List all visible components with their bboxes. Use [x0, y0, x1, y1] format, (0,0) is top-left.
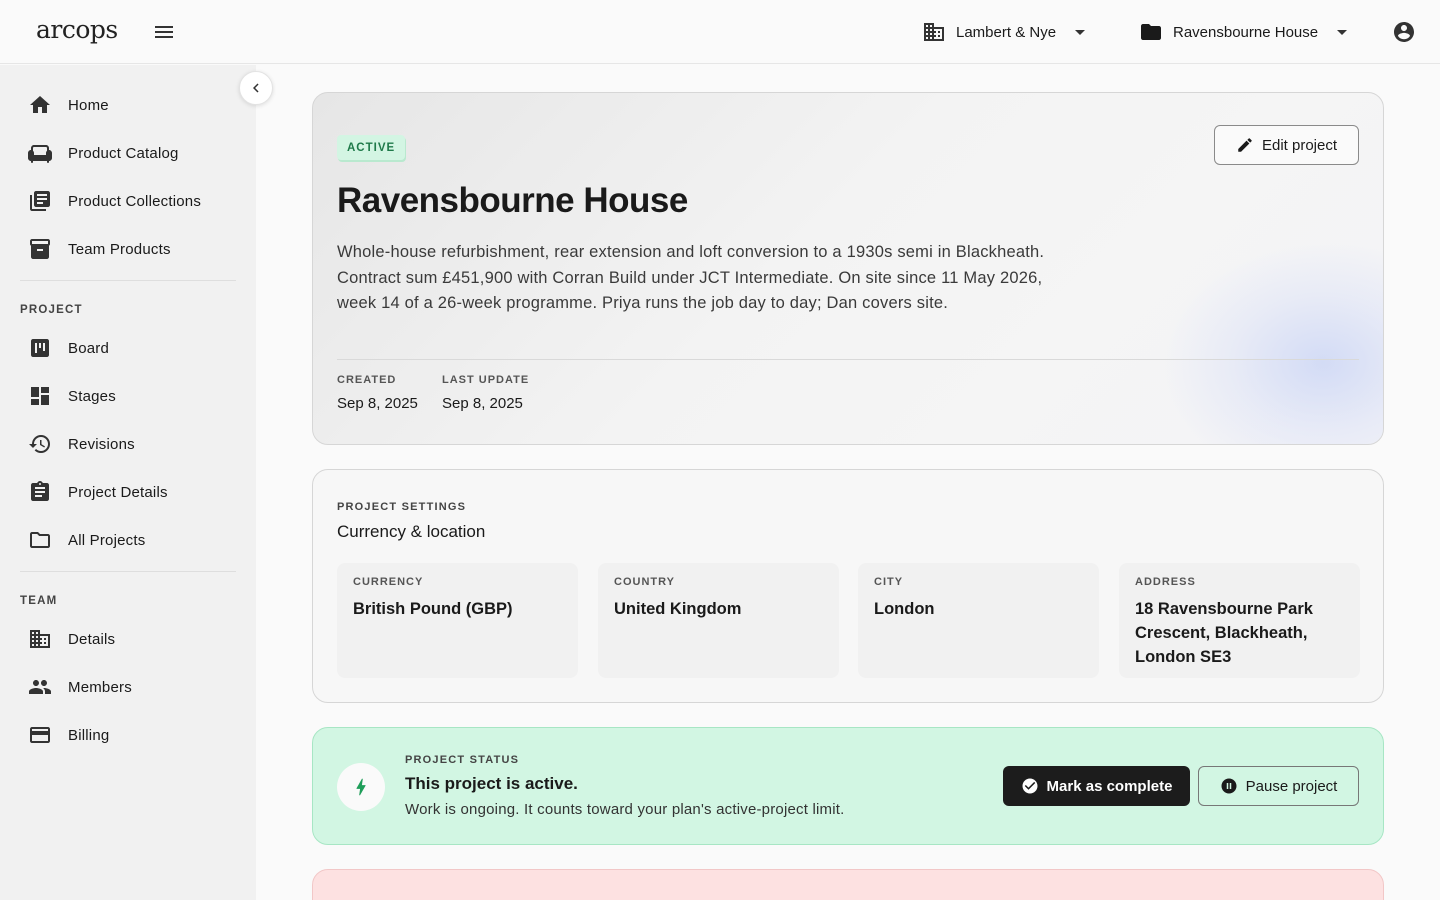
created-label: CREATED: [337, 374, 397, 386]
business-icon: [922, 20, 946, 44]
settings-eyebrow: PROJECT SETTINGS: [337, 501, 467, 513]
sidebar-item-members[interactable]: Members: [20, 667, 236, 707]
top-bar: arcops Lambert & Nye Ravensbourne House: [0, 0, 1440, 64]
sidebar-item-label: All Projects: [68, 531, 146, 549]
sidebar-item-label: Home: [68, 96, 109, 114]
divider: [337, 359, 1359, 360]
sidebar: Home Product Catalog Product Collections…: [0, 65, 256, 900]
folder-outline-icon: [28, 528, 52, 552]
chevron-left-icon: [247, 79, 265, 97]
sidebar-item-label: Stages: [68, 387, 116, 405]
pause-circle-icon: [1220, 777, 1238, 795]
currency-tile: CURRENCY British Pound (GBP): [337, 563, 578, 678]
currency-value: British Pound (GBP): [353, 600, 513, 618]
building-icon: [28, 627, 52, 651]
sidebar-item-details[interactable]: Details: [20, 619, 236, 659]
country-value: United Kingdom: [614, 600, 742, 618]
team-selector[interactable]: Lambert & Nye: [922, 16, 1092, 48]
mark-complete-label: Mark as complete: [1046, 777, 1173, 795]
status-badge: ACTIVE: [337, 135, 406, 160]
library-icon: [28, 189, 52, 213]
dashboard-icon: [28, 384, 52, 408]
sidebar-item-label: Board: [68, 339, 110, 357]
edit-project-button[interactable]: Edit project: [1214, 125, 1359, 165]
sidebar-item-label: Team Products: [68, 240, 171, 258]
sidebar-section-team: TEAM: [20, 595, 58, 607]
pause-project-label: Pause project: [1245, 777, 1338, 795]
project-settings-card: PROJECT SETTINGS Currency & location CUR…: [312, 469, 1384, 703]
sidebar-collapse-button[interactable]: [239, 71, 273, 105]
mark-complete-button[interactable]: Mark as complete: [1003, 766, 1190, 806]
sidebar-item-label: Details: [68, 630, 116, 648]
check-circle-icon: [1021, 777, 1039, 795]
team-selector-label: Lambert & Nye: [956, 23, 1057, 41]
sidebar-item-home[interactable]: Home: [20, 85, 236, 125]
home-icon: [28, 93, 52, 117]
project-description: Whole-house refurbishment, rear extensio…: [337, 243, 1045, 313]
address-tile: ADDRESS 18 Ravensbourne Park Crescent, B…: [1119, 563, 1360, 678]
page-title: Ravensbourne House: [337, 181, 688, 220]
created-meta: CREATED Sep 8, 2025: [337, 374, 418, 412]
status-heading: This project is active.: [405, 774, 578, 793]
credit-card-icon: [28, 723, 52, 747]
project-selector[interactable]: Ravensbourne House: [1139, 16, 1354, 48]
menu-icon[interactable]: [152, 20, 176, 44]
people-icon: [28, 675, 52, 699]
sidebar-item-label: Project Details: [68, 483, 168, 501]
sidebar-item-label: Billing: [68, 726, 110, 744]
edit-project-label: Edit project: [1261, 136, 1338, 154]
pause-project-button[interactable]: Pause project: [1198, 766, 1359, 806]
project-selector-label: Ravensbourne House: [1173, 23, 1319, 41]
sidebar-item-stages[interactable]: Stages: [20, 376, 236, 416]
history-icon: [28, 432, 52, 456]
last-update-value: Sep 8, 2025: [442, 395, 523, 412]
country-tile: COUNTRY United Kingdom: [598, 563, 839, 678]
inventory-icon: [28, 237, 52, 261]
kanban-icon: [28, 336, 52, 360]
sidebar-section-project: PROJECT: [20, 304, 83, 316]
chevron-down-icon: [1068, 20, 1092, 44]
city-value: London: [874, 600, 935, 618]
sidebar-item-product-catalog[interactable]: Product Catalog: [20, 133, 236, 173]
danger-zone-card: [312, 869, 1384, 900]
city-tile: CITY London: [858, 563, 1099, 678]
country-label: COUNTRY: [614, 576, 675, 588]
city-label: CITY: [874, 576, 904, 588]
pencil-icon: [1236, 136, 1254, 154]
sidebar-item-billing[interactable]: Billing: [20, 715, 236, 755]
sidebar-divider: [20, 571, 236, 572]
chevron-down-icon: [1330, 20, 1354, 44]
sidebar-item-team-products[interactable]: Team Products: [20, 229, 236, 269]
sofa-icon: [28, 141, 52, 165]
sidebar-item-label: Product Catalog: [68, 144, 179, 162]
status-eyebrow: PROJECT STATUS: [405, 754, 520, 766]
settings-title: Currency & location: [337, 522, 486, 541]
sidebar-divider: [20, 280, 236, 281]
sidebar-item-revisions[interactable]: Revisions: [20, 424, 236, 464]
decorative-glow: [1163, 243, 1383, 444]
sidebar-item-all-projects[interactable]: All Projects: [20, 520, 236, 560]
address-value: 18 Ravensbourne Park Crescent, Blackheat…: [1135, 600, 1313, 666]
sidebar-item-project-details[interactable]: Project Details: [20, 472, 236, 512]
sidebar-item-label: Revisions: [68, 435, 135, 453]
folder-icon: [1139, 20, 1163, 44]
last-update-meta: LAST UPDATE Sep 8, 2025: [442, 374, 529, 412]
account-circle-icon[interactable]: [1392, 20, 1416, 44]
currency-label: CURRENCY: [353, 576, 424, 588]
assignment-icon: [28, 480, 52, 504]
status-description: Work is ongoing. It counts toward your p…: [405, 801, 845, 818]
sidebar-item-label: Members: [68, 678, 132, 696]
app-logo[interactable]: arcops: [36, 15, 118, 44]
last-update-label: LAST UPDATE: [442, 374, 530, 386]
project-status-card: PROJECT STATUS This project is active. W…: [312, 727, 1384, 845]
sidebar-item-board[interactable]: Board: [20, 328, 236, 368]
sidebar-item-product-collections[interactable]: Product Collections: [20, 181, 236, 221]
sidebar-item-label: Product Collections: [68, 192, 202, 210]
address-label: ADDRESS: [1135, 576, 1196, 588]
project-overview-card: ACTIVE Edit project Ravensbourne House W…: [312, 92, 1384, 445]
created-value: Sep 8, 2025: [337, 395, 418, 412]
bolt-icon: [337, 763, 385, 811]
